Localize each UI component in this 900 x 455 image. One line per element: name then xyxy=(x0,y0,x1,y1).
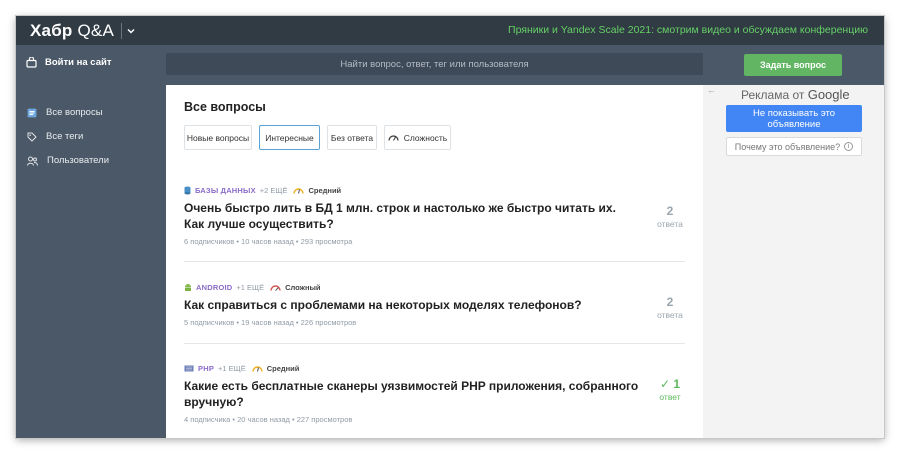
info-icon: i xyxy=(844,142,854,151)
database-icon xyxy=(184,186,191,194)
login-icon xyxy=(26,57,37,68)
ad-header-brand: Google xyxy=(807,87,850,102)
question-tabs: Новые вопросы Интересные Без ответа Слож… xyxy=(184,125,458,150)
tab-label: Сложность xyxy=(403,132,448,143)
question-tag[interactable]: PHP xyxy=(198,364,214,373)
tab-difficulty[interactable]: Сложность xyxy=(384,125,451,150)
question-title[interactable]: Очень быстро лить в БД 1 млн. строк и на… xyxy=(184,200,639,232)
answer-count-number: 2 xyxy=(666,204,674,218)
gauge-icon xyxy=(388,135,399,141)
difficulty-label: Сложный xyxy=(285,282,321,292)
answer-count-label: ответа xyxy=(657,310,683,320)
ad-panel: ← Реклама от Google Не показывать это об… xyxy=(703,85,884,438)
gauge-icon xyxy=(270,284,281,291)
users-icon xyxy=(27,156,38,166)
android-icon xyxy=(185,283,191,291)
ad-header-prefix: Реклама от xyxy=(741,88,805,102)
browser-window: Хабр Q&A Пряники и Yandex Scale 2021: см… xyxy=(16,16,884,438)
tab-interesting[interactable]: Интересные xyxy=(259,125,320,150)
back-arrow-icon[interactable]: ← xyxy=(707,85,716,95)
divider xyxy=(184,261,685,262)
difficulty-label: Средний xyxy=(266,363,300,373)
tab-new-questions[interactable]: Новые вопросы xyxy=(184,125,252,150)
login-label: Войти на сайт xyxy=(45,57,112,68)
gauge-icon xyxy=(252,365,263,372)
logo[interactable]: Хабр Q&A xyxy=(30,21,136,41)
question-tag[interactable]: ANDROID xyxy=(196,283,232,292)
question-stats: 5 подписчиков • 19 часов назад • 226 про… xyxy=(184,318,357,327)
login-button[interactable]: Войти на сайт xyxy=(26,57,111,68)
list-icon xyxy=(27,108,37,117)
answer-count-label: ответ xyxy=(659,392,681,402)
answer-count-number: 2 xyxy=(666,295,674,309)
hide-ad-button[interactable]: Не показывать это объявление xyxy=(726,105,862,132)
logo-main: Хабр xyxy=(30,21,73,40)
promo-link[interactable]: Пряники и Yandex Scale 2021: смотрим вид… xyxy=(508,24,868,36)
answer-count-label: ответа xyxy=(657,219,683,229)
question-title[interactable]: Какие есть бесплатные сканеры уязвимосте… xyxy=(184,378,639,410)
divider xyxy=(184,343,685,344)
logo-divider xyxy=(121,23,122,39)
sidebar-item-all-questions[interactable]: Все вопросы xyxy=(27,107,103,118)
more-tags[interactable]: +1 ЕЩЁ xyxy=(218,364,246,373)
gauge-icon xyxy=(293,187,305,194)
why-this-ad-button[interactable]: Почему это объявление? i xyxy=(726,137,862,156)
question-meta: PHP +1 ЕЩЁ Средний xyxy=(184,363,685,373)
answer-count[interactable]: 2 ответа xyxy=(655,204,685,229)
question-tag[interactable]: БАЗЫ ДАННЫХ xyxy=(195,186,256,195)
sidebar-item-all-tags[interactable]: Все теги xyxy=(27,131,83,142)
sidebar-item-label: Все вопросы xyxy=(46,107,103,118)
sidebar: Все вопросы Все теги Пользователи xyxy=(16,85,166,438)
difficulty-label: Средний xyxy=(308,185,342,195)
ask-question-button[interactable]: Задать вопрос xyxy=(744,54,842,76)
chevron-down-icon[interactable] xyxy=(126,26,136,36)
question-meta: БАЗЫ ДАННЫХ +2 ЕЩЁ Средний xyxy=(184,185,685,195)
more-tags[interactable]: +1 ЕЩЁ xyxy=(236,283,264,292)
more-tags[interactable]: +2 ЕЩЁ xyxy=(260,186,288,195)
question-meta: ANDROID +1 ЕЩЁ Сложный xyxy=(184,282,685,292)
tag-icon xyxy=(27,132,37,142)
php-icon xyxy=(184,365,194,371)
sub-bar: Войти на сайт Найти вопрос, ответ, тег и… xyxy=(16,45,884,85)
top-bar: Хабр Q&A Пряники и Yandex Scale 2021: см… xyxy=(16,16,884,45)
sidebar-item-label: Пользователи xyxy=(47,155,110,166)
answer-count[interactable]: ✓ 1 ответ xyxy=(655,377,685,402)
why-this-ad-label: Почему это объявление? xyxy=(734,141,841,152)
logo-sub: Q&A xyxy=(77,21,114,40)
sidebar-item-users[interactable]: Пользователи xyxy=(27,155,109,166)
question-stats: 4 подписчика • 20 часов назад • 227 прос… xyxy=(184,415,353,424)
question-item: БАЗЫ ДАННЫХ +2 ЕЩЁ Средний Очень быстро … xyxy=(184,185,685,247)
question-stats: 6 подписчиков • 10 часов назад • 293 про… xyxy=(184,237,353,246)
question-title[interactable]: Как справиться с проблемами на некоторых… xyxy=(184,297,639,313)
main-content: Все вопросы Новые вопросы Интересные Без… xyxy=(166,85,703,438)
answer-count-number: ✓ 1 xyxy=(659,377,681,391)
search-input[interactable]: Найти вопрос, ответ, тег или пользовател… xyxy=(166,53,703,75)
sidebar-item-label: Все теги xyxy=(46,131,84,142)
ad-header: Реклама от Google xyxy=(741,87,850,102)
question-item: ANDROID +1 ЕЩЁ Сложный Как справиться с … xyxy=(184,282,685,328)
question-item: PHP +1 ЕЩЁ Средний Какие есть бесплатные… xyxy=(184,363,685,425)
page-title: Все вопросы xyxy=(184,100,266,114)
answer-count[interactable]: 2 ответа xyxy=(655,295,685,320)
tab-unanswered[interactable]: Без ответа xyxy=(327,125,377,150)
